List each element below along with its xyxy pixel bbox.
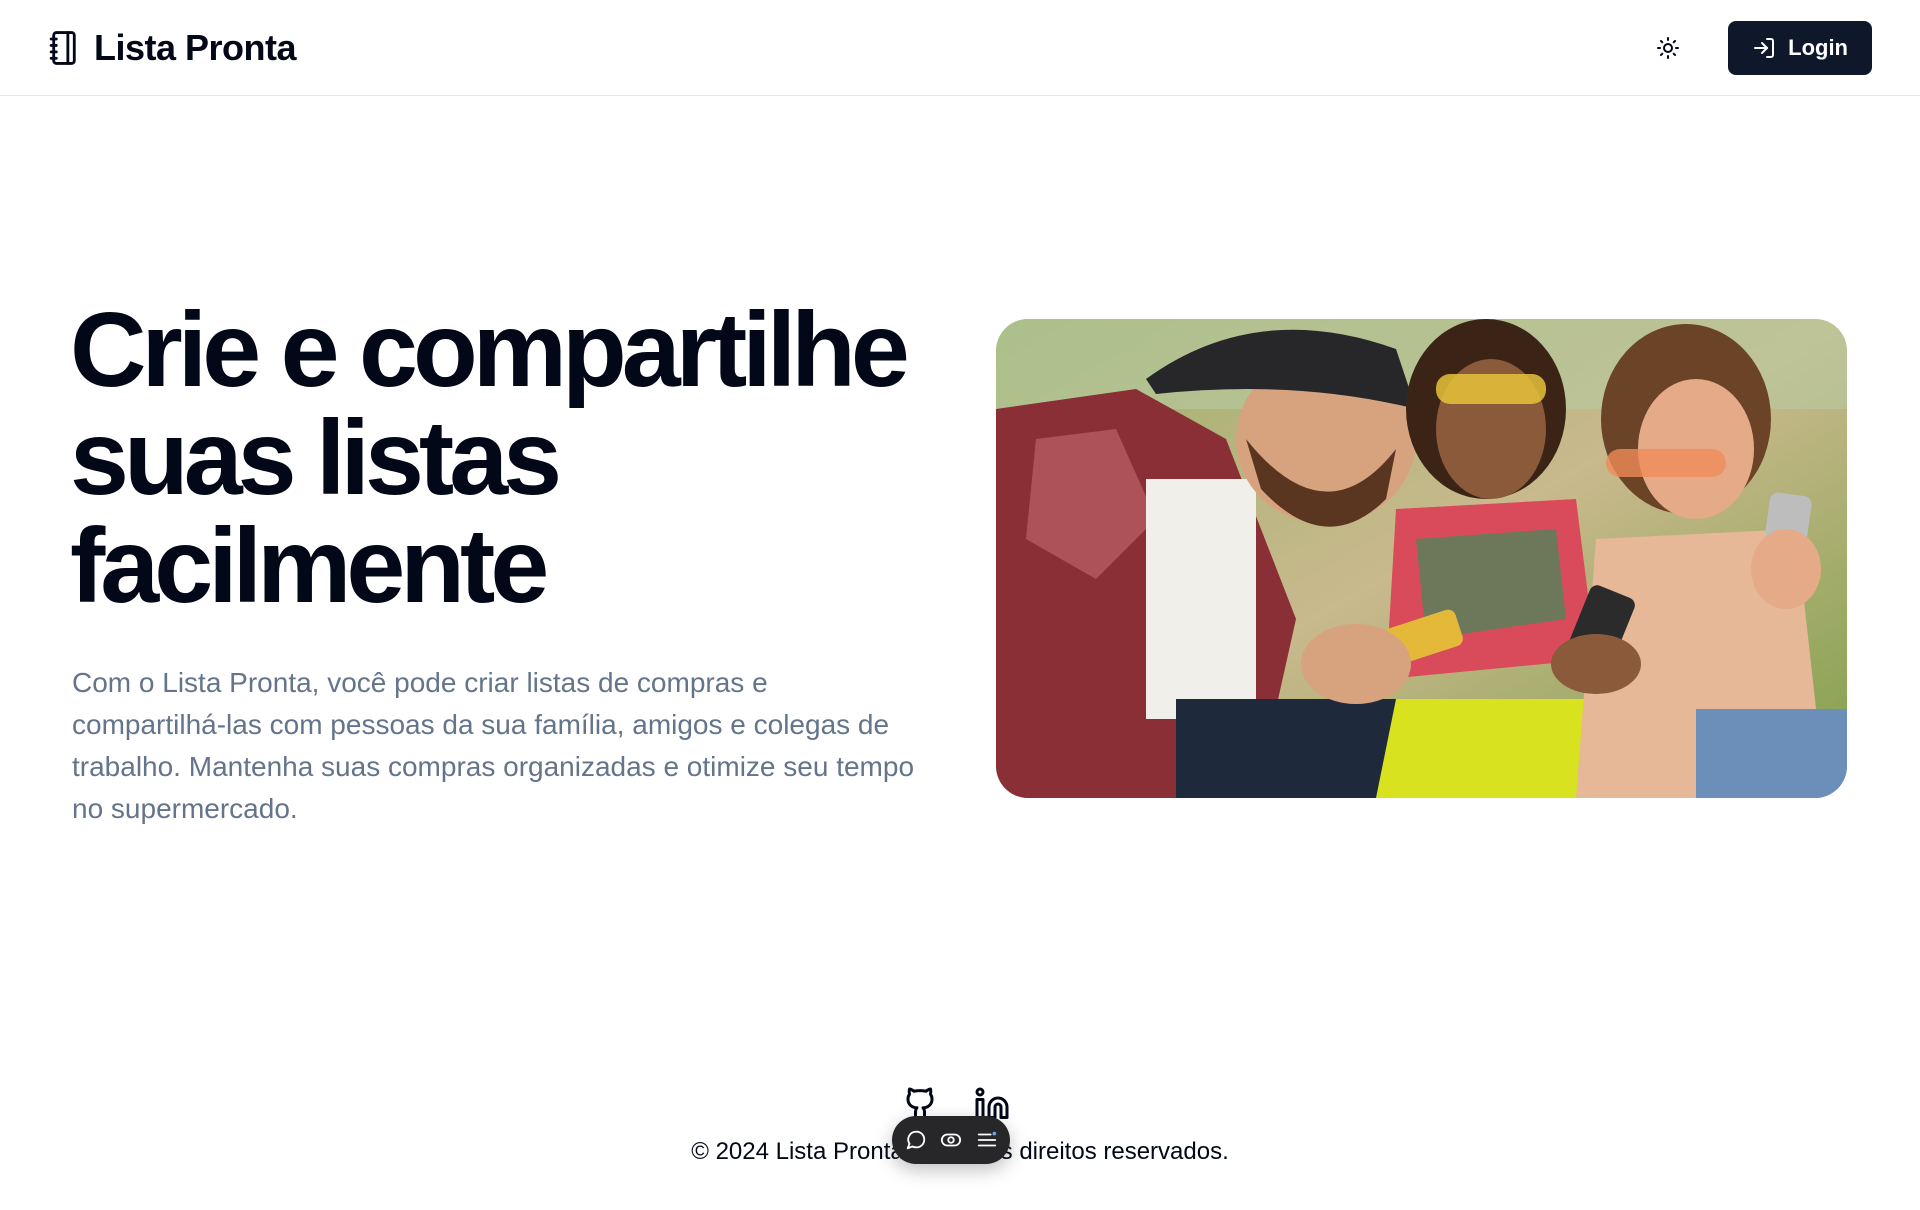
- menu-button[interactable]: [975, 1128, 999, 1152]
- hero-image: [996, 319, 1847, 798]
- login-label: Login: [1788, 34, 1848, 60]
- log-in-icon: [1754, 37, 1775, 58]
- visibility-toggle-button[interactable]: [939, 1128, 963, 1152]
- friends-using-smartphones-photo: [996, 319, 1847, 798]
- chat-bubble-icon: [906, 1130, 925, 1150]
- floating-toolbar: [892, 1116, 1010, 1164]
- theme-toggle-button[interactable]: [1648, 28, 1688, 68]
- hero-title: Crie e compartilhe suas listas facilment…: [70, 291, 910, 625]
- site-header: Lista Pronta Login: [0, 0, 1920, 96]
- comment-button[interactable]: [904, 1128, 928, 1152]
- notebook-icon: [49, 30, 76, 65]
- brand[interactable]: Lista Pronta: [48, 26, 297, 69]
- toggle-eye-icon: [940, 1133, 962, 1147]
- login-button[interactable]: Login: [1728, 20, 1872, 75]
- header-actions: Login: [1648, 20, 1872, 75]
- hero-description: Com o Lista Pronta, você pode criar list…: [72, 667, 915, 824]
- sun-icon: [1657, 36, 1680, 59]
- brand-name: Lista Pronta: [94, 26, 297, 68]
- menu-lines-icon: [977, 1131, 996, 1147]
